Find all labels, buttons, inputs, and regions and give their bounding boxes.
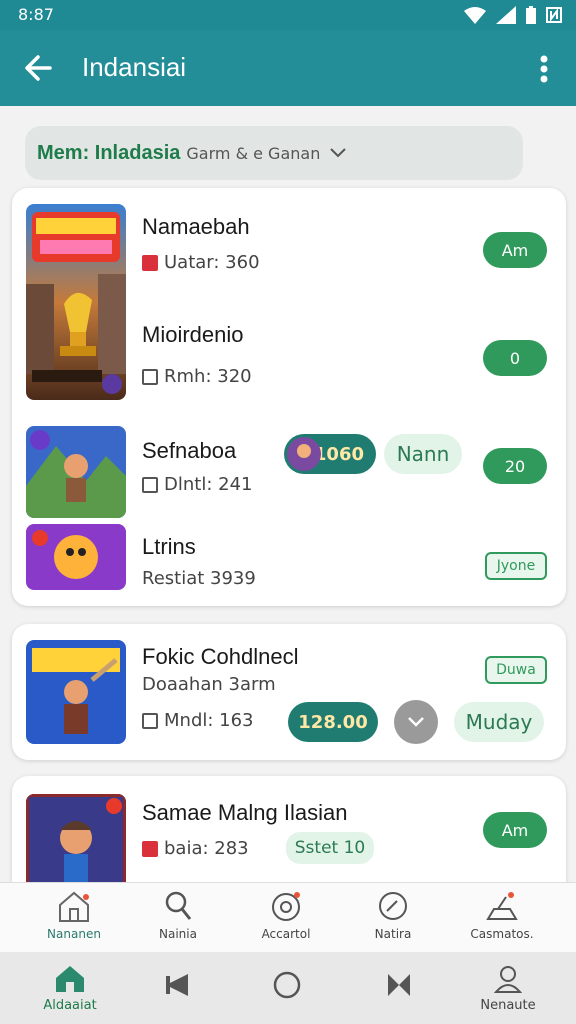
game-name: Mioirdenio [142,322,244,347]
game-name: Sefnaboa [142,438,237,463]
game-thumbnail[interactable] [26,426,126,518]
game-name: Samae Malng Ilasian [142,800,348,825]
game-thumbnail[interactable] [26,794,126,894]
tab-label: Casmatos. [470,927,534,941]
signal-icon [496,6,516,24]
game-action-button[interactable]: Am [483,232,547,268]
game-meta-text: Dlntl: 241 [164,474,253,495]
game-meta: baia: 283 [142,838,249,859]
game-subtitle: Doaahan 3arm [142,674,276,695]
expand-button[interactable] [394,700,438,744]
page-title: Indansiai [82,52,187,82]
nav-home[interactable]: Aldaaiat [30,964,110,1013]
badge-icon [142,840,158,857]
wifi-icon [464,7,486,24]
chevron-down-icon [330,148,347,158]
filter-value: Garm & e Ganan [186,143,321,163]
game-action-button[interactable]: Duwa [485,656,547,684]
system-nav-bar: Aldaaiat Nenaute [0,952,576,1024]
game-thumbnail[interactable] [26,640,126,744]
nav-label: Aldaaiat [43,998,97,1013]
game-avatar-icon [287,437,321,471]
profile-icon [493,966,523,993]
game-card: Samae Malng Ilasian baia: 283 Sstet 10 A… [12,776,566,896]
game-action-button[interactable]: 20 [483,448,547,484]
game-art-trophy [26,204,126,400]
game-meta: Uatar: 360 [142,252,260,273]
game-art-creature [26,524,126,590]
tab-label: Accartol [261,927,311,941]
game-meta-text: Mndl: 163 [164,710,254,731]
tab-store[interactable]: Nananen [24,889,124,941]
tab-label: Nainia [159,927,197,941]
game-art-character [26,794,126,894]
tab-search[interactable]: Nainia [128,889,228,941]
more-options-icon[interactable] [530,52,558,86]
game-meta: Mndl: 163 [142,710,254,731]
tab-label: Nananen [47,927,101,941]
game-meta: Restiat 3939 [142,568,256,589]
status-badge: Sstet 10 [286,832,374,864]
tab-settings[interactable]: Casmatos. [452,889,552,941]
game-thumbnail-tall[interactable] [26,204,126,400]
chevron-down-icon [408,717,424,727]
category-filter-dropdown[interactable]: Mem: Inladasia Garm & e Ganan [25,126,523,180]
tab-target[interactable]: Accartol [236,889,336,941]
game-action-button[interactable]: 0 [483,340,547,376]
game-subtitle-text: Doaahan 3arm [142,674,276,695]
status-icons [464,6,562,24]
tab-compass[interactable]: Natira [343,889,443,941]
price-pill[interactable]: 1060 [284,434,376,474]
game-action-button[interactable]: Jyone [485,552,547,580]
badge-icon [142,254,158,271]
game-art-adventure [26,426,126,518]
lock-icon [142,368,158,385]
filter-label: Mem: Inladasia [37,141,181,164]
category-chip[interactable]: Nann [384,434,462,474]
game-meta-text: baia: 283 [164,838,249,859]
category-chip[interactable]: Muday [454,702,544,742]
home-icon [56,966,84,992]
game-action-button[interactable]: Am [483,812,547,848]
game-meta-text: Rmh: 320 [164,366,252,387]
game-thumbnail[interactable] [26,524,126,590]
app-bar: Indansiai [0,30,576,106]
bottom-tab-bar: Nananen Nainia Accartol Natira Casmatos. [0,882,576,952]
price-pill[interactable]: 128.00 [288,702,378,742]
status-time: 8:87 [18,5,54,24]
target-icon [272,892,300,921]
game-meta: Dlntl: 241 [142,474,252,495]
store-icon [59,891,89,922]
back-arrow-icon[interactable] [20,50,60,86]
tab-label: Natira [374,927,412,941]
settings-icon [486,892,518,920]
recents-icon[interactable] [386,972,412,998]
price-text: 1060 [313,443,364,465]
game-name: Fokic Cohdlnecl [142,644,299,669]
nfc-icon [546,7,562,23]
game-art-hero [26,640,126,744]
search-person-icon [165,891,192,920]
battery-icon [526,6,536,24]
nav-profile[interactable]: Nenaute [468,964,548,1013]
game-name: Namaebah [142,214,250,239]
game-list-card: Namaebah Uatar: 360 Am Mioirdenio Rmh: 3… [12,188,566,606]
circle-home-icon[interactable] [272,970,302,1000]
back-triangle-icon[interactable] [164,972,190,998]
game-meta-text: Restiat 3939 [142,568,256,589]
compass-icon [379,892,407,920]
game-name: Ltrins [142,534,196,559]
lock-icon [142,712,158,729]
status-bar: 8:87 [0,0,576,30]
nav-label: Nenaute [480,998,536,1013]
game-card: Fokic Cohdlnecl Doaahan 3arm Mndl: 163 1… [12,624,566,760]
game-meta: Rmh: 320 [142,366,252,387]
content-area: Mem: Inladasia Garm & e Ganan Namaebah U… [0,106,576,896]
lock-icon [142,476,158,493]
game-meta-text: Uatar: 360 [164,252,260,273]
